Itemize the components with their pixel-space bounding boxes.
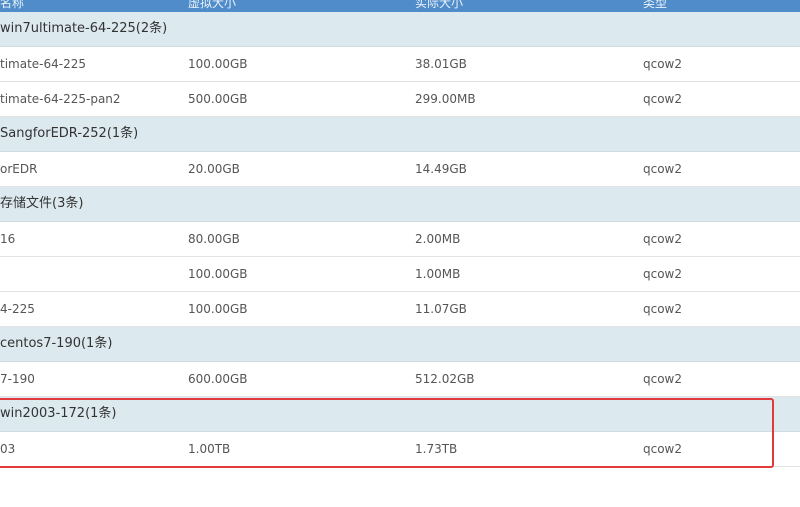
cell-virtual-size: 20.00GB (188, 162, 240, 176)
cell-type: qcow2 (643, 302, 683, 316)
cell-actual-size: 14.49GB (415, 162, 467, 176)
disk-image-table: 名称 虚拟大小 实际大小 类型 win7ultimate-64-225(2条) … (0, 0, 800, 507)
table-row[interactable]: timate-64-225 100.00GB 38.01GB qcow2 (0, 47, 800, 82)
header-type[interactable]: 类型 (643, 0, 667, 11)
cell-virtual-size: 500.00GB (188, 92, 248, 106)
group-title: win7ultimate-64-225(2条) (0, 21, 168, 36)
table-row[interactable]: 100.00GB 1.00MB qcow2 (0, 257, 800, 292)
cell-virtual-size: 600.00GB (188, 372, 248, 386)
cell-actual-size: 38.01GB (415, 57, 467, 71)
cell-name: 7-190 (0, 372, 35, 386)
cell-actual-size: 11.07GB (415, 302, 467, 316)
table-row[interactable]: timate-64-225-pan2 500.00GB 299.00MB qco… (0, 82, 800, 117)
group-title: 存储文件(3条) (0, 196, 84, 211)
header-virtual-size[interactable]: 虚拟大小 (188, 0, 236, 11)
group-row-win7ultimate[interactable]: win7ultimate-64-225(2条) (0, 12, 800, 47)
table-row[interactable]: 7-190 600.00GB 512.02GB qcow2 (0, 362, 800, 397)
cell-actual-size: 299.00MB (415, 92, 476, 106)
cell-virtual-size: 100.00GB (188, 57, 248, 71)
cell-name: timate-64-225-pan2 (0, 92, 121, 106)
table-header: 名称 虚拟大小 实际大小 类型 (0, 0, 800, 12)
cell-actual-size: 1.73TB (415, 442, 458, 456)
header-name[interactable]: 名称 (0, 0, 24, 11)
group-row-centos7[interactable]: centos7-190(1条) (0, 327, 800, 362)
cell-name: 03 (0, 442, 16, 456)
group-title: SangforEDR-252(1条) (0, 126, 139, 141)
group-row-win2003[interactable]: win2003-172(1条) (0, 397, 800, 432)
cell-type: qcow2 (643, 232, 683, 246)
cell-type: qcow2 (643, 442, 683, 456)
table-bottom-space (0, 467, 800, 507)
table-row[interactable]: 03 1.00TB 1.73TB qcow2 (0, 432, 800, 467)
group-row-storage-files[interactable]: 存储文件(3条) (0, 187, 800, 222)
group-row-sangforedr[interactable]: SangforEDR-252(1条) (0, 117, 800, 152)
cell-name: 4-225 (0, 302, 35, 316)
cell-actual-size: 512.02GB (415, 372, 475, 386)
cell-actual-size: 1.00MB (415, 267, 461, 281)
table-row[interactable]: 4-225 100.00GB 11.07GB qcow2 (0, 292, 800, 327)
cell-name: 16 (0, 232, 16, 246)
cell-type: qcow2 (643, 372, 683, 386)
group-title: win2003-172(1条) (0, 406, 117, 421)
table-row[interactable]: orEDR 20.00GB 14.49GB qcow2 (0, 152, 800, 187)
cell-name: timate-64-225 (0, 57, 87, 71)
cell-type: qcow2 (643, 267, 683, 281)
cell-virtual-size: 100.00GB (188, 302, 248, 316)
header-actual-size[interactable]: 实际大小 (415, 0, 463, 11)
cell-virtual-size: 80.00GB (188, 232, 240, 246)
cell-type: qcow2 (643, 162, 683, 176)
cell-type: qcow2 (643, 92, 683, 106)
cell-type: qcow2 (643, 57, 683, 71)
table-row[interactable]: 16 80.00GB 2.00MB qcow2 (0, 222, 800, 257)
cell-actual-size: 2.00MB (415, 232, 461, 246)
cell-virtual-size: 100.00GB (188, 267, 248, 281)
group-title: centos7-190(1条) (0, 336, 113, 351)
cell-name: orEDR (0, 162, 38, 176)
cell-virtual-size: 1.00TB (188, 442, 231, 456)
